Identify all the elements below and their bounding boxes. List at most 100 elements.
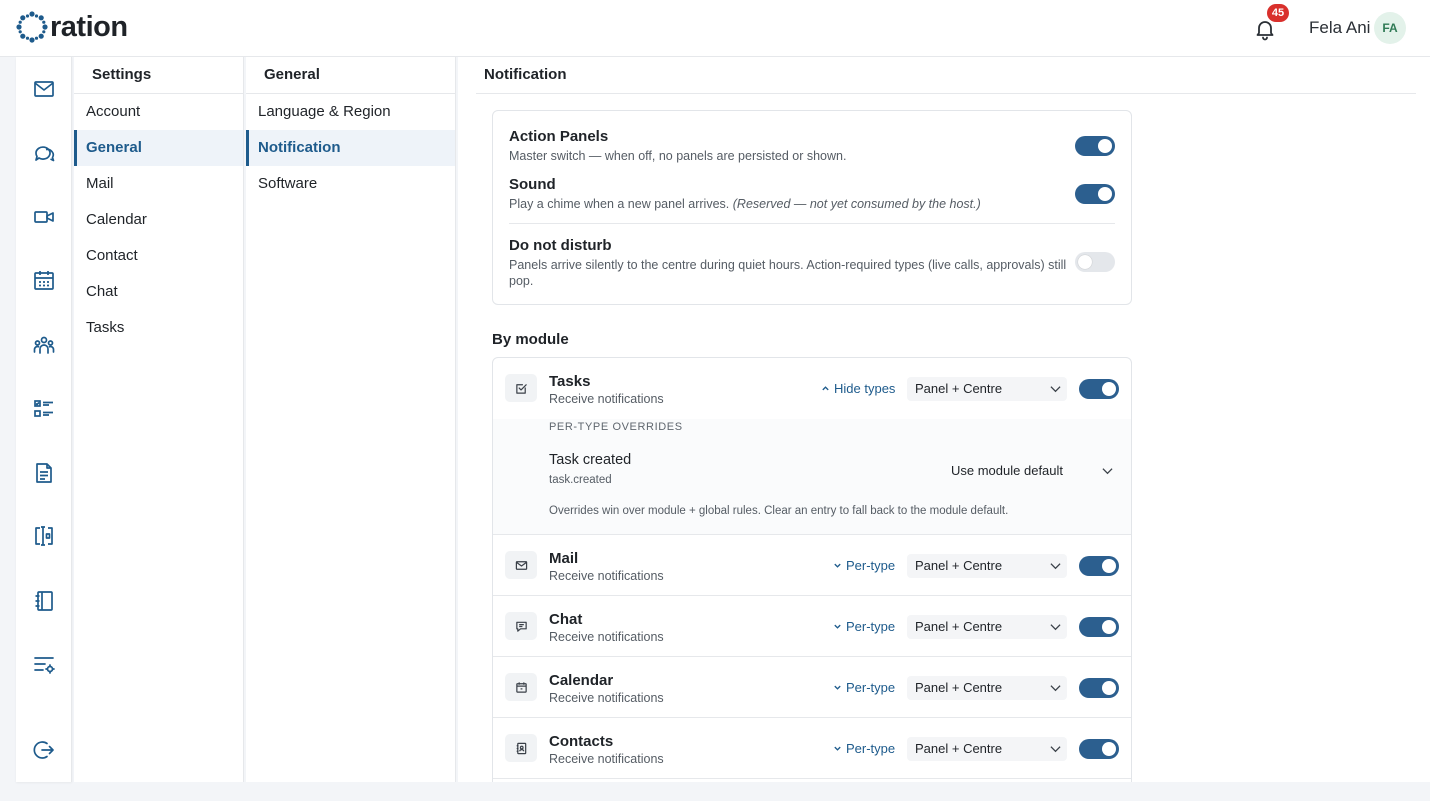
settings-item-mail[interactable]: Mail: [74, 166, 243, 202]
general-item-software[interactable]: Software: [246, 166, 455, 202]
sound-desc: Play a chime when a new panel arrives. (…: [509, 196, 1069, 212]
divider: [509, 223, 1115, 224]
per-type-overrides: PER-TYPE OVERRIDES Task created task.cre…: [493, 419, 1131, 535]
module-desc: Receive notifications: [549, 752, 664, 766]
task-check-icon: [505, 374, 537, 402]
settings-nav: Settings Account General Mail Calendar C…: [74, 57, 244, 782]
do-not-disturb-desc: Panels arrive silently to the centre dur…: [509, 258, 1067, 288]
chevron-down-icon: [1050, 386, 1061, 393]
hide-types-label: Hide types: [834, 381, 896, 396]
overrides-note: Overrides win over module + global rules…: [549, 505, 1009, 517]
chat-icon[interactable]: [32, 141, 56, 165]
document-icon[interactable]: [32, 461, 56, 485]
settings-item-tasks[interactable]: Tasks: [74, 310, 243, 346]
override-mode-select[interactable]: Use module default: [943, 459, 1119, 483]
sound-title: Sound: [509, 176, 556, 193]
per-type-link[interactable]: Per-type: [833, 619, 895, 634]
module-desc: Receive notifications: [549, 630, 664, 644]
module-desc: Receive notifications: [549, 569, 664, 583]
delivery-mode-select[interactable]: Panel + Centre: [907, 676, 1067, 700]
logo-icon: [16, 11, 48, 43]
hide-types-link[interactable]: Hide types: [821, 381, 895, 396]
per-type-label: Per-type: [846, 558, 896, 573]
settings-item-calendar[interactable]: Calendar: [74, 202, 243, 238]
do-not-disturb-row: Do not disturb Panels arrive silently to…: [509, 237, 1115, 289]
module-toggle-chat[interactable]: [1079, 617, 1119, 637]
action-panels-row: Action Panels Master switch — when off, …: [509, 128, 1115, 164]
settings-item-chat[interactable]: Chat: [74, 274, 243, 310]
override-item-key: task.created: [549, 474, 612, 486]
delivery-mode-value: Panel + Centre: [915, 680, 1003, 695]
override-item-title: Task created: [549, 452, 632, 468]
settings-item-account[interactable]: Account: [74, 94, 243, 130]
chat-icon: [505, 612, 537, 640]
per-type-label: Per-type: [846, 680, 896, 695]
module-row-tasks: Tasks Receive notifications Hide types P…: [493, 358, 1131, 419]
video-icon[interactable]: [32, 205, 56, 229]
per-type-link[interactable]: Per-type: [833, 741, 895, 756]
delivery-mode-select[interactable]: Panel + Centre: [907, 615, 1067, 639]
settings-item-contact[interactable]: Contact: [74, 238, 243, 274]
delivery-mode-select[interactable]: Panel + Centre: [907, 737, 1067, 761]
module-title: Tasks: [549, 373, 591, 390]
module-title: Calendar: [549, 672, 614, 689]
calendar-icon[interactable]: [32, 268, 56, 292]
action-panels-title: Action Panels: [509, 128, 609, 145]
chevron-down-icon: [834, 563, 841, 568]
settings-item-general[interactable]: General: [74, 130, 243, 166]
tasks-icon[interactable]: [32, 397, 56, 421]
delivery-mode-select[interactable]: Panel + Centre: [907, 377, 1067, 401]
module-row-calendar: Calendar Receive notifications Per-type …: [493, 657, 1131, 718]
override-mode-value: Use module default: [951, 463, 1064, 478]
sound-desc-text: Play a chime when a new panel arrives.: [509, 197, 730, 211]
page-title: Notification: [476, 57, 1416, 94]
settings-list-icon[interactable]: [32, 653, 56, 677]
module-row-chat: Chat Receive notifications Per-type Pane…: [493, 596, 1131, 657]
notebook-icon[interactable]: [32, 589, 56, 613]
module-toggle-calendar[interactable]: [1079, 678, 1119, 698]
do-not-disturb-toggle[interactable]: [1075, 252, 1115, 272]
contacts-icon[interactable]: [32, 333, 56, 357]
mail-icon[interactable]: [32, 77, 56, 101]
logo[interactable]: ration: [16, 11, 128, 43]
sound-toggle[interactable]: [1075, 184, 1115, 204]
module-title: Chat: [549, 611, 583, 628]
per-type-label: Per-type: [846, 619, 896, 634]
general-item-language-region[interactable]: Language & Region: [246, 94, 455, 130]
logout-icon[interactable]: [32, 738, 56, 762]
chevron-down-icon: [834, 624, 841, 629]
per-type-link[interactable]: Per-type: [833, 680, 895, 695]
per-type-label: Per-type: [846, 741, 896, 756]
general-item-notification[interactable]: Notification: [246, 130, 455, 166]
chevron-down-icon: [1050, 685, 1061, 692]
logo-text: ration: [50, 11, 128, 43]
contact-card-icon: [505, 734, 537, 762]
settings-nav-title: Settings: [74, 57, 243, 94]
module-desc: Receive notifications: [549, 691, 664, 705]
overrides-label: PER-TYPE OVERRIDES: [549, 421, 683, 433]
chevron-down-icon: [834, 685, 841, 690]
delivery-mode-value: Panel + Centre: [915, 558, 1003, 573]
do-not-disturb-title: Do not disturb: [509, 237, 612, 254]
general-nav-title: General: [246, 57, 455, 94]
whiteboard-icon[interactable]: [32, 524, 56, 548]
general-nav: General Language & Region Notification S…: [246, 57, 456, 782]
chevron-down-icon: [1102, 468, 1113, 475]
delivery-mode-value: Panel + Centre: [915, 619, 1003, 634]
delivery-mode-value: Panel + Centre: [915, 381, 1003, 396]
chevron-up-icon: [822, 386, 829, 391]
delivery-mode-select[interactable]: Panel + Centre: [907, 554, 1067, 578]
module-toggle-mail[interactable]: [1079, 556, 1119, 576]
user-name[interactable]: Fela Ani: [1309, 18, 1370, 38]
module-toggle-tasks[interactable]: [1079, 379, 1119, 399]
top-bar: ration 45 Fela Ani FA: [0, 0, 1430, 57]
module-title: Mail: [549, 550, 579, 567]
module-row-contacts: Contacts Receive notifications Per-type …: [493, 718, 1131, 779]
module-toggle-contacts[interactable]: [1079, 739, 1119, 759]
module-row-mail: Mail Receive notifications Per-type Pane…: [493, 535, 1131, 596]
user-avatar[interactable]: FA: [1374, 12, 1406, 44]
per-type-link[interactable]: Per-type: [833, 558, 895, 573]
action-panels-toggle[interactable]: [1075, 136, 1115, 156]
chevron-down-icon: [1050, 746, 1061, 753]
sound-row: Sound Play a chime when a new panel arri…: [509, 176, 1115, 212]
